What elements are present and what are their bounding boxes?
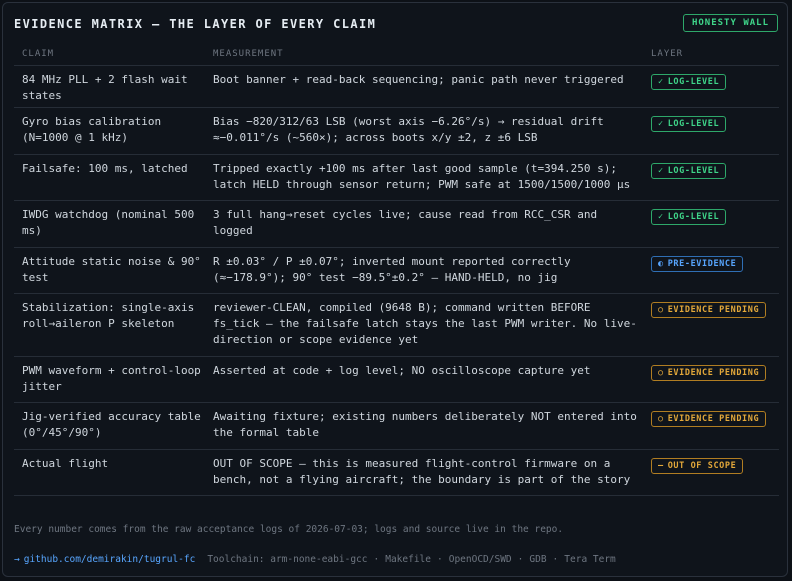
- layer-badge: — OUT OF SCOPE: [651, 458, 744, 474]
- separator-dot: ·: [436, 554, 443, 565]
- circle-icon: ○: [658, 305, 664, 315]
- layer-badge-label: LOG-LEVEL: [667, 119, 720, 129]
- measurement-cell: R ±0.03° / P ±0.07°; inverted mount repo…: [213, 255, 571, 284]
- measurement-cell: reviewer-CLEAN, compiled (9648 B); comma…: [213, 301, 637, 346]
- measurement-cell: OUT OF SCOPE — this is measured flight-c…: [213, 457, 631, 486]
- separator-dot: ·: [517, 554, 524, 565]
- layer-badge: ○ EVIDENCE PENDING: [651, 365, 767, 381]
- claim-cell: 84 MHz PLL + 2 flash wait states: [22, 73, 188, 102]
- measurement-cell: Tripped exactly +100 ms after last good …: [213, 162, 631, 191]
- layer-cell: ✓ LOG-LEVEL: [651, 115, 727, 132]
- layer-cell: ○ EVIDENCE PENDING: [651, 364, 767, 381]
- footnote: Every number comes from the raw acceptan…: [14, 524, 564, 535]
- layer-cell: ✓ LOG-LEVEL: [651, 162, 727, 179]
- layer-badge-label: LOG-LEVEL: [667, 77, 720, 87]
- table-header: CLAIM MEASUREMENT LAYER: [14, 43, 779, 66]
- layer-badge-label: PRE-EVIDENCE: [667, 259, 737, 269]
- table-row: Actual flight OUT OF SCOPE — this is mea…: [14, 450, 779, 496]
- claim-cell: PWM waveform + control-loop jitter: [22, 364, 201, 393]
- circle-icon: ○: [658, 414, 664, 424]
- repo-link[interactable]: github.com/demirakin/tugrul-fc: [24, 554, 196, 565]
- table-row: IWDG watchdog (nominal 500 ms) 3 full ha…: [14, 201, 779, 248]
- evidence-table: CLAIM MEASUREMENT LAYER 84 MHz PLL + 2 f…: [14, 43, 779, 496]
- claim-cell: Jig-verified accuracy table (0°/45°/90°): [22, 410, 201, 439]
- measurement-cell: Bias −820/312/63 LSB (worst axis −6.26°/…: [213, 115, 604, 144]
- layer-badge-label: OUT OF SCOPE: [667, 461, 737, 471]
- layer-cell: ○ EVIDENCE PENDING: [651, 410, 767, 427]
- toolchain-label: Toolchain: arm-none-eabi-gcc: [207, 554, 368, 565]
- table-row: Failsafe: 100 ms, latched Tripped exactl…: [14, 155, 779, 201]
- layer-cell: ○ EVIDENCE PENDING: [651, 301, 767, 318]
- layer-badge: ✓ LOG-LEVEL: [651, 209, 727, 225]
- measurement-cell: Awaiting fixture; existing numbers delib…: [213, 410, 637, 439]
- separator-dot: ·: [373, 554, 380, 565]
- layer-cell: ✓ LOG-LEVEL: [651, 73, 727, 90]
- layer-badge: ◐ PRE-EVIDENCE: [651, 256, 744, 272]
- check-icon: ✓: [658, 166, 664, 176]
- arrow-right-icon: →: [14, 554, 20, 565]
- layer-badge: ✓ LOG-LEVEL: [651, 74, 727, 90]
- check-icon: ✓: [658, 77, 664, 87]
- check-icon: ✓: [658, 212, 664, 222]
- layer-badge-label: LOG-LEVEL: [667, 212, 720, 222]
- claim-cell: Actual flight: [22, 457, 109, 470]
- layer-cell: ✓ LOG-LEVEL: [651, 208, 727, 225]
- layer-badge-label: EVIDENCE PENDING: [667, 305, 760, 315]
- tool-item: Makefile: [385, 554, 431, 565]
- claim-cell: Attitude static noise & 90° test: [22, 255, 201, 284]
- measurement-cell: 3 full hang→reset cycles live; cause rea…: [213, 208, 598, 237]
- column-header-measurement: MEASUREMENT: [213, 49, 284, 59]
- footer-links: → github.com/demirakin/tugrul-fc Toolchain…: [14, 554, 616, 565]
- layer-badge-label: EVIDENCE PENDING: [667, 414, 760, 424]
- tool-item: Tera Term: [564, 554, 616, 565]
- layer-badge: ○ EVIDENCE PENDING: [651, 302, 767, 318]
- table-row: Gyro bias calibration (N=1000 @ 1 kHz) B…: [14, 108, 779, 155]
- evidence-matrix-panel: EVIDENCE MATRIX — THE LAYER OF EVERY CLA…: [2, 2, 788, 577]
- circle-icon: ○: [658, 368, 664, 378]
- layer-badge: ✓ LOG-LEVEL: [651, 163, 727, 179]
- tool-item: GDB: [529, 554, 547, 565]
- measurement-cell: Asserted at code + log level; NO oscillo…: [213, 364, 591, 377]
- page-title: EVIDENCE MATRIX — THE LAYER OF EVERY CLA…: [14, 17, 377, 31]
- honesty-wall-badge: HONESTY WALL: [682, 14, 778, 32]
- table-row: Stabilization: single-axis roll→aileron …: [14, 294, 779, 357]
- claim-cell: Failsafe: 100 ms, latched: [22, 162, 188, 175]
- claim-cell: IWDG watchdog (nominal 500 ms): [22, 208, 195, 237]
- dash-icon: —: [658, 461, 664, 471]
- layer-badge-label: LOG-LEVEL: [667, 166, 720, 176]
- measurement-cell: Boot banner + read-back sequencing; pani…: [213, 73, 624, 86]
- tool-item: OpenOCD/SWD: [448, 554, 512, 565]
- check-icon: ✓: [658, 119, 664, 129]
- layer-cell: ◐ PRE-EVIDENCE: [651, 255, 744, 272]
- layer-badge: ✓ LOG-LEVEL: [651, 116, 727, 132]
- column-header-layer: LAYER: [651, 49, 684, 59]
- table-row: Jig-verified accuracy table (0°/45°/90°)…: [14, 403, 779, 450]
- claim-cell: Stabilization: single-axis roll→aileron …: [22, 301, 195, 330]
- half-circle-icon: ◐: [658, 259, 664, 269]
- separator-dot: ·: [552, 554, 559, 565]
- panel-header: EVIDENCE MATRIX — THE LAYER OF EVERY CLA…: [14, 14, 778, 35]
- table-row: 84 MHz PLL + 2 flash wait states Boot ba…: [14, 66, 779, 108]
- column-header-claim: CLAIM: [22, 49, 55, 59]
- layer-badge: ○ EVIDENCE PENDING: [651, 411, 767, 427]
- layer-cell: — OUT OF SCOPE: [651, 457, 744, 474]
- layer-badge-label: EVIDENCE PENDING: [667, 368, 760, 378]
- claim-cell: Gyro bias calibration (N=1000 @ 1 kHz): [22, 115, 162, 144]
- table-row: PWM waveform + control-loop jitter Asser…: [14, 357, 779, 403]
- table-row: Attitude static noise & 90° test R ±0.03…: [14, 248, 779, 294]
